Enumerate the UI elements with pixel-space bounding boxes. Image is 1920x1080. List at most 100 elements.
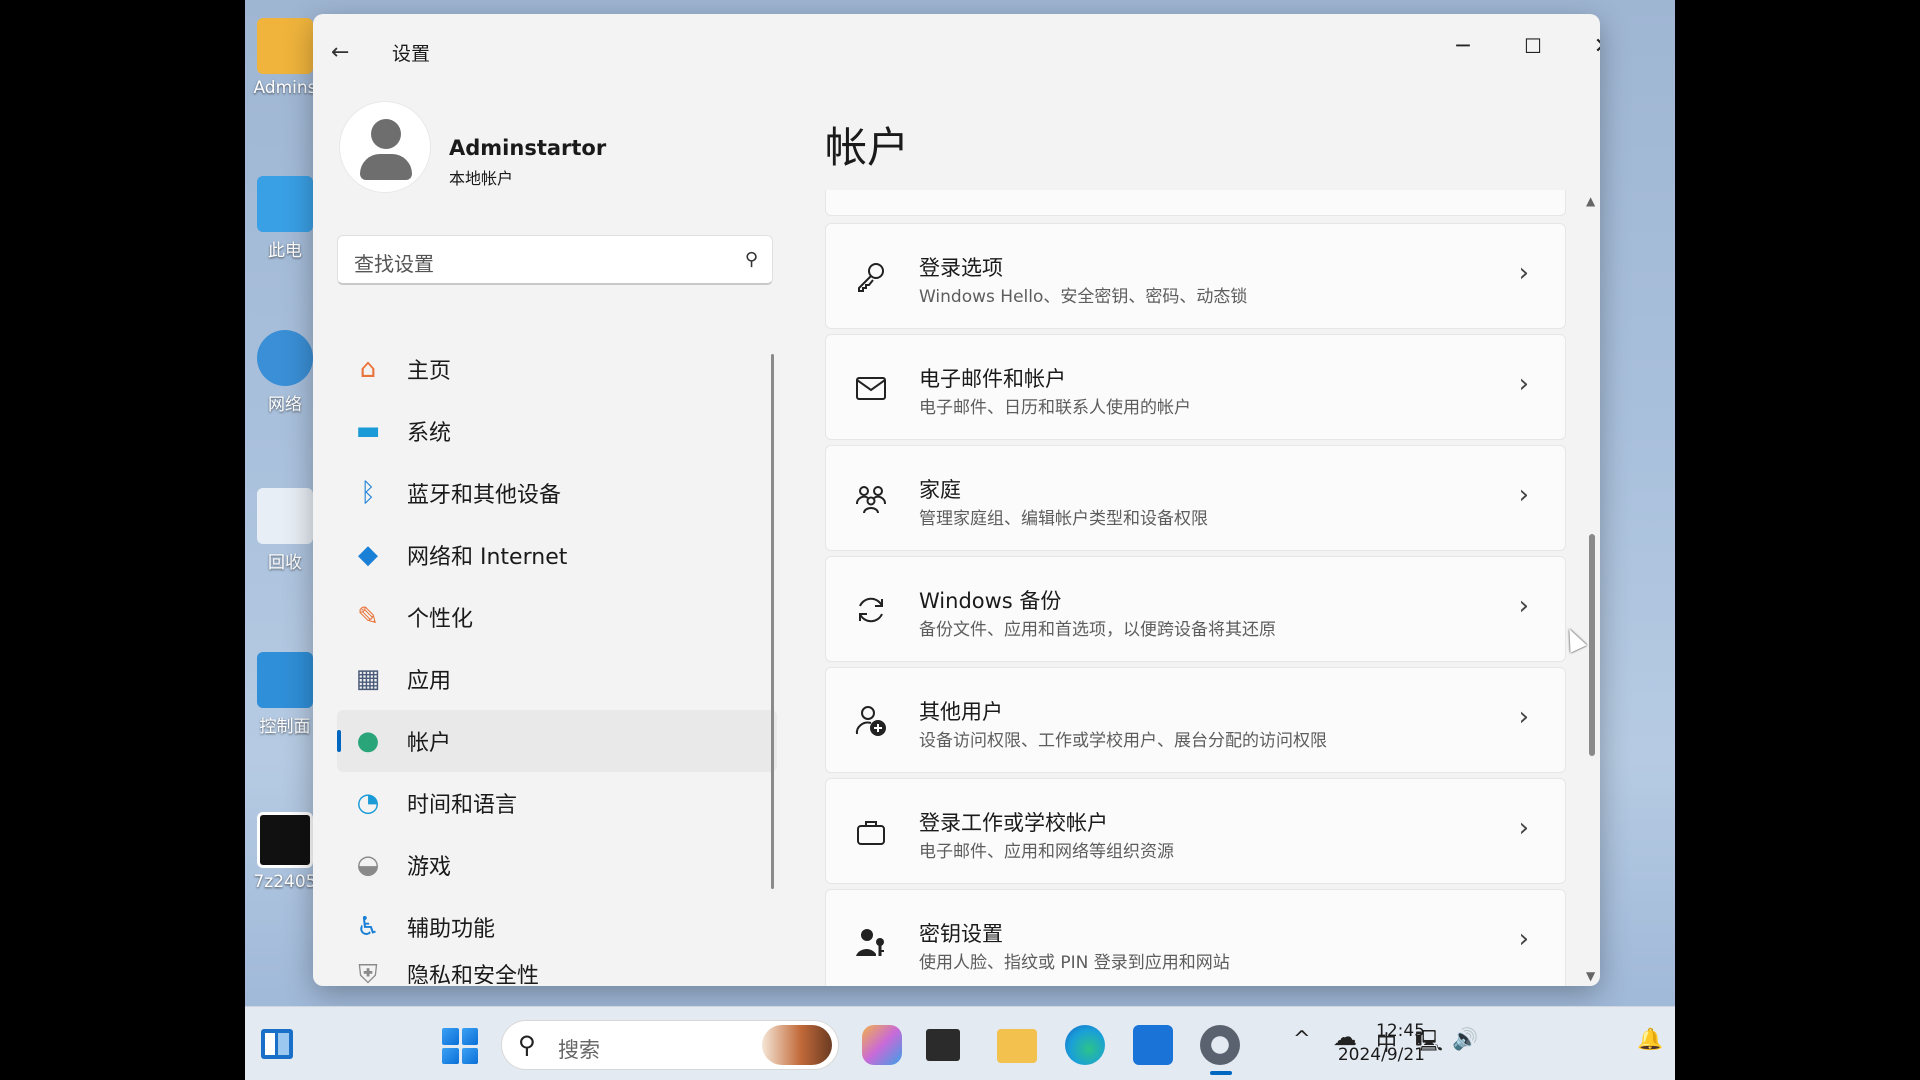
folder-icon[interactable] <box>997 1029 1037 1063</box>
start-button[interactable] <box>442 1028 478 1064</box>
page-title: 帐户 <box>825 123 910 172</box>
sidebar-item-label: 隐私和安全性 <box>407 964 540 984</box>
widgets-icon[interactable] <box>259 1027 295 1061</box>
user-folder-icon <box>257 18 313 74</box>
sidebar-nav: ⌂ 主页 ▬ 系统 ᛒ 蓝牙和其他设备 ◆ 网络和 Internet ✎ 个性化… <box>337 338 777 984</box>
chevron-right-icon: › <box>1518 702 1529 732</box>
card-passkey-settings[interactable]: 密钥设置 使用人脸、指纹或 PIN 登录到应用和网站 › <box>825 889 1566 986</box>
notification-icon[interactable]: 🔔 <box>1637 1027 1663 1052</box>
desktop-icon-label: 7z2405 <box>253 872 317 892</box>
chevron-up-icon[interactable]: ^ <box>1293 1027 1311 1051</box>
search-highlight-icon <box>762 1025 832 1065</box>
time-language-icon: ◔ <box>356 788 380 818</box>
sidebar-item-label: 主页 <box>407 359 452 384</box>
desktop-icon-label: 此电 <box>268 241 302 261</box>
sidebar-item-personalization[interactable]: ✎ 个性化 <box>337 586 777 648</box>
card-title: 电子邮件和帐户 <box>919 367 1066 391</box>
close-button[interactable]: ✕ <box>1573 26 1600 66</box>
card-sign-in-options[interactable]: 登录选项 Windows Hello、安全密钥、密码、动态锁 › <box>825 223 1566 329</box>
time: 12:45 <box>1376 1021 1425 1041</box>
sidebar-item-time-language[interactable]: ◔ 时间和语言 <box>337 772 777 834</box>
chevron-right-icon: › <box>1518 813 1529 843</box>
volume-icon[interactable]: 🔊 <box>1452 1027 1478 1052</box>
taskbar-search[interactable]: ⚲ 搜索 <box>501 1020 839 1070</box>
window-title: 设置 <box>392 43 431 65</box>
key-icon <box>852 258 890 296</box>
desktop: Admins 此电 网络 回收 控制面 7z2405 ← 设置 ─ ☐ ✕ Ad… <box>245 0 1675 1080</box>
sidebar-scrollbar[interactable] <box>771 354 774 889</box>
store-icon[interactable] <box>1133 1025 1173 1065</box>
sidebar-item-accessibility[interactable]: ♿ 辅助功能 <box>337 896 777 958</box>
sidebar-item-apps[interactable]: ▦ 应用 <box>337 648 777 710</box>
avatar[interactable] <box>339 101 431 193</box>
scroll-down-arrow-icon[interactable]: ▼ <box>1586 969 1595 983</box>
bluetooth-icon: ᛒ <box>360 478 376 508</box>
sidebar-item-label: 网络和 Internet <box>407 545 568 570</box>
active-indicator <box>337 730 341 752</box>
family-icon <box>852 480 890 518</box>
chevron-right-icon: › <box>1518 591 1529 621</box>
settings-search-input[interactable]: 查找设置 ⚲ <box>337 235 773 285</box>
sidebar-item-home[interactable]: ⌂ 主页 <box>337 338 777 400</box>
edge-icon[interactable] <box>1065 1025 1105 1065</box>
control-panel-icon <box>257 652 313 708</box>
sidebar-item-label: 系统 <box>407 421 452 446</box>
brush-icon: ✎ <box>357 602 379 632</box>
avatar-body <box>360 154 412 180</box>
card-work-school-account[interactable]: 登录工作或学校帐户 电子邮件、应用和网络等组织资源 › <box>825 778 1566 884</box>
minimize-button[interactable]: ─ <box>1433 26 1493 66</box>
card-title: Windows 备份 <box>919 589 1062 613</box>
sidebar-item-label: 游戏 <box>407 855 452 880</box>
card-title: 家庭 <box>919 478 961 502</box>
back-arrow-icon[interactable]: ← <box>331 40 349 65</box>
sidebar-item-network[interactable]: ◆ 网络和 Internet <box>337 524 777 586</box>
search-icon: ⚲ <box>518 1031 536 1059</box>
desktop-icon-label: 控制面 <box>259 717 311 737</box>
card-description: 电子邮件、日历和联系人使用的帐户 <box>919 398 1191 418</box>
gamepad-icon: ◒ <box>356 850 380 880</box>
file-explorer-dark-icon[interactable] <box>926 1029 960 1061</box>
settings-icon[interactable] <box>1200 1025 1240 1065</box>
system-icon: ▬ <box>355 416 381 446</box>
search-icon: ⚲ <box>744 249 758 270</box>
date: 2024/9/21 <box>1337 1045 1425 1065</box>
sidebar-item-bluetooth[interactable]: ᛒ 蓝牙和其他设备 <box>337 462 777 524</box>
copilot-icon[interactable] <box>862 1025 902 1065</box>
card-description: 备份文件、应用和首选项，以便跨设备将其还原 <box>919 620 1276 640</box>
card-email-accounts[interactable]: 电子邮件和帐户 电子邮件、日历和联系人使用的帐户 › <box>825 334 1566 440</box>
card-description: 使用人脸、指纹或 PIN 登录到应用和网站 <box>919 953 1230 973</box>
active-app-indicator <box>1210 1071 1232 1075</box>
accessibility-icon: ♿ <box>356 912 380 942</box>
main-scrollbar[interactable] <box>1589 534 1595 756</box>
maximize-button[interactable]: ☐ <box>1503 26 1563 66</box>
desktop-icon-label: Admins <box>253 78 317 98</box>
taskbar-search-label: 搜索 <box>558 1038 600 1062</box>
card-family[interactable]: 家庭 管理家庭组、编辑帐户类型和设备权限 › <box>825 445 1566 551</box>
sidebar-item-gaming[interactable]: ◒ 游戏 <box>337 834 777 896</box>
card-other-users[interactable]: 其他用户 设备访问权限、工作或学校用户、展台分配的访问权限 › <box>825 667 1566 773</box>
mail-icon <box>852 369 890 407</box>
sidebar-item-privacy[interactable]: ⛨ 隐私和安全性 <box>337 958 777 985</box>
avatar-head <box>371 119 401 149</box>
card-description: 管理家庭组、编辑帐户类型和设备权限 <box>919 509 1208 529</box>
search-placeholder: 查找设置 <box>354 252 434 276</box>
card-description: 电子邮件、应用和网络等组织资源 <box>919 842 1174 862</box>
card-title: 登录选项 <box>919 256 1003 280</box>
title-bar: ← 设置 ─ ☐ ✕ <box>313 14 1600 74</box>
card-title: 密钥设置 <box>919 922 1003 946</box>
add-user-icon <box>852 702 890 740</box>
card-windows-backup[interactable]: Windows 备份 备份文件、应用和首选项，以便跨设备将其还原 › <box>825 556 1566 662</box>
partial-card <box>825 190 1566 216</box>
privacy-icon: ⛨ <box>358 959 378 985</box>
card-description: Windows Hello、安全密钥、密码、动态锁 <box>919 287 1248 307</box>
scroll-up-arrow-icon[interactable]: ▲ <box>1586 194 1595 208</box>
account-icon: ● <box>356 726 380 756</box>
chevron-right-icon: › <box>1518 924 1529 954</box>
clock[interactable]: 12:45 2024/9/21 <box>1315 1019 1425 1067</box>
account-type: 本地帐户 <box>449 169 514 188</box>
passkey-icon <box>852 924 890 962</box>
sidebar-item-system[interactable]: ▬ 系统 <box>337 400 777 462</box>
account-settings-list: 登录选项 Windows Hello、安全密钥、密码、动态锁 › 电子邮件和帐户… <box>825 190 1566 986</box>
sidebar-item-label: 辅助功能 <box>407 917 496 942</box>
sidebar-item-accounts[interactable]: ● 帐户 <box>337 710 777 772</box>
